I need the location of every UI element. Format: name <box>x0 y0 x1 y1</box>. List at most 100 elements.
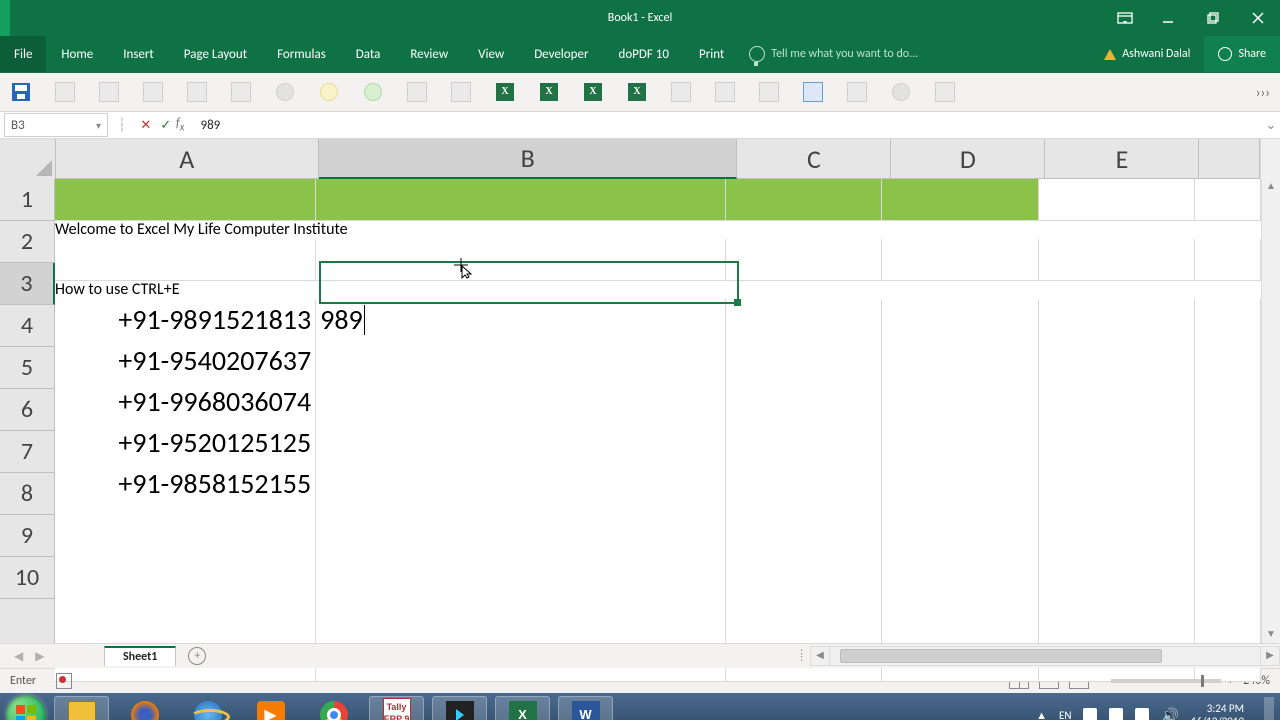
cell-b8[interactable] <box>316 504 726 546</box>
cell-a4[interactable]: +91-9540207637 <box>55 340 316 382</box>
sheet-nav-prev-icon[interactable]: ◀ <box>14 649 23 664</box>
cell-f8[interactable] <box>1195 504 1261 546</box>
cell-b3[interactable]: 989 <box>316 299 726 341</box>
qat-icon-16[interactable] <box>714 81 736 103</box>
row-header-6[interactable]: 6 <box>0 389 55 431</box>
cell-e6[interactable] <box>1039 422 1195 464</box>
cell-f6[interactable] <box>1195 422 1261 464</box>
camera-icon[interactable] <box>186 81 208 103</box>
vertical-scrollbar[interactable]: ▲ ▼ <box>1261 179 1280 643</box>
cell-e10[interactable] <box>1039 586 1195 628</box>
row-header-2[interactable]: 2 <box>0 221 55 263</box>
cell-e2[interactable] <box>1039 239 1195 281</box>
cell-b9[interactable] <box>316 545 726 587</box>
row-header-1[interactable]: 1 <box>0 179 55 221</box>
column-header-d[interactable]: D <box>891 139 1045 179</box>
cell-a9[interactable] <box>55 545 316 587</box>
confirm-icon[interactable]: ✓ <box>156 118 176 133</box>
horizontal-scrollbar[interactable]: ⁞ ◀ ▶ <box>800 647 1280 665</box>
cell-a6[interactable]: +91-9520125125 <box>55 422 316 464</box>
row-header-7[interactable]: 7 <box>0 431 55 473</box>
cell-b7[interactable] <box>316 463 726 505</box>
cell-e5[interactable] <box>1039 381 1195 423</box>
cell-f10[interactable] <box>1195 586 1261 628</box>
picture-icon[interactable] <box>142 81 164 103</box>
scroll-up-icon[interactable]: ▲ <box>1262 179 1280 195</box>
tray-icon-3[interactable] <box>1135 708 1149 720</box>
cell-a2[interactable] <box>55 239 316 281</box>
tray-language[interactable]: EN <box>1059 709 1071 720</box>
cell-c9[interactable] <box>726 545 882 587</box>
minimize-button[interactable] <box>1145 0 1190 36</box>
cell-c7[interactable] <box>726 463 882 505</box>
excel-addin-icon-4[interactable]: X <box>626 81 648 103</box>
worksheet-grid[interactable]: 1 2 3 4 5 6 7 8 9 10 Welcome to Excel My… <box>0 179 1280 643</box>
cell-a10[interactable] <box>55 586 316 628</box>
taskbar-word[interactable]: W <box>558 696 613 720</box>
row-header-10[interactable]: 10 <box>0 557 55 599</box>
cell-c10[interactable] <box>726 586 882 628</box>
cell-d8[interactable] <box>882 504 1038 546</box>
cell-c2[interactable] <box>726 239 882 281</box>
row-header-4[interactable]: 4 <box>0 305 55 347</box>
cell-e9[interactable] <box>1039 545 1195 587</box>
taskbar-ie[interactable] <box>180 696 235 720</box>
column-header-c[interactable]: C <box>737 139 891 179</box>
tray-icon-2[interactable] <box>1109 708 1123 720</box>
tab-print[interactable]: Print <box>684 36 739 72</box>
show-desktop-button[interactable] <box>1264 697 1274 720</box>
tray-expand-icon[interactable]: ▲ <box>1036 709 1047 720</box>
qat-icon-21[interactable] <box>934 81 956 103</box>
qat-icon-10[interactable] <box>450 81 472 103</box>
cell-e7[interactable] <box>1039 463 1195 505</box>
qat-icon-1[interactable] <box>54 81 76 103</box>
expand-formula-bar-icon[interactable]: ⌄ <box>1262 118 1280 133</box>
tray-icon-1[interactable] <box>1083 708 1097 720</box>
macro-record-icon[interactable] <box>56 673 72 689</box>
start-button[interactable] <box>6 695 46 720</box>
cell-d7[interactable] <box>882 463 1038 505</box>
excel-addin-icon-3[interactable]: X <box>582 81 604 103</box>
qat-icon-15[interactable] <box>670 81 692 103</box>
row-header-8[interactable]: 8 <box>0 473 55 515</box>
taskbar-excel[interactable]: X <box>495 696 550 720</box>
cell-f5[interactable] <box>1195 381 1261 423</box>
cell-d1[interactable] <box>882 179 1038 221</box>
excel-addin-icon-1[interactable]: X <box>494 81 516 103</box>
cell-a1[interactable] <box>55 179 316 221</box>
cell-c8[interactable] <box>726 504 882 546</box>
qat-overflow-icon[interactable]: ››› <box>1256 84 1270 101</box>
taskbar-chrome[interactable] <box>306 696 361 720</box>
cell-e1[interactable] <box>1039 179 1195 221</box>
user-account[interactable]: Ashwani Dalal <box>1090 36 1204 72</box>
cancel-icon[interactable]: ✕ <box>136 118 156 133</box>
cell-b2[interactable] <box>316 239 726 281</box>
cell-b4[interactable] <box>316 340 726 382</box>
tab-page-layout[interactable]: Page Layout <box>169 36 262 72</box>
cell-f2[interactable] <box>1195 239 1261 281</box>
tab-formulas[interactable]: Formulas <box>262 36 341 72</box>
taskbar-filmora[interactable] <box>432 696 487 720</box>
cell-d5[interactable] <box>882 381 1038 423</box>
cell-f3[interactable] <box>1195 299 1261 341</box>
taskbar-file-explorer[interactable] <box>54 696 109 720</box>
qat-icon-17[interactable] <box>758 81 780 103</box>
shape-circle-yellow-icon[interactable] <box>318 81 340 103</box>
taskbar-tally[interactable]: TallyERP 9 <box>369 696 424 720</box>
maximize-button[interactable] <box>1190 0 1235 36</box>
cell-e3[interactable] <box>1039 299 1195 341</box>
cell-d9[interactable] <box>882 545 1038 587</box>
column-header-a[interactable]: A <box>56 139 319 179</box>
tab-insert[interactable]: Insert <box>108 36 169 72</box>
system-clock[interactable]: 3:24 PM 16/12/2019 <box>1191 702 1244 720</box>
close-button[interactable] <box>1235 0 1280 36</box>
select-all-corner[interactable] <box>0 139 56 180</box>
excel-addin-icon-2[interactable]: X <box>538 81 560 103</box>
qat-icon-5[interactable] <box>230 81 252 103</box>
cell-a3[interactable]: +91-9891521813 <box>55 299 316 341</box>
column-header-b[interactable]: B <box>319 139 737 179</box>
qat-icon-9[interactable] <box>406 81 428 103</box>
tab-developer[interactable]: Developer <box>519 36 603 72</box>
row-header-5[interactable]: 5 <box>0 347 55 389</box>
scroll-down-icon[interactable]: ▼ <box>1262 627 1280 643</box>
